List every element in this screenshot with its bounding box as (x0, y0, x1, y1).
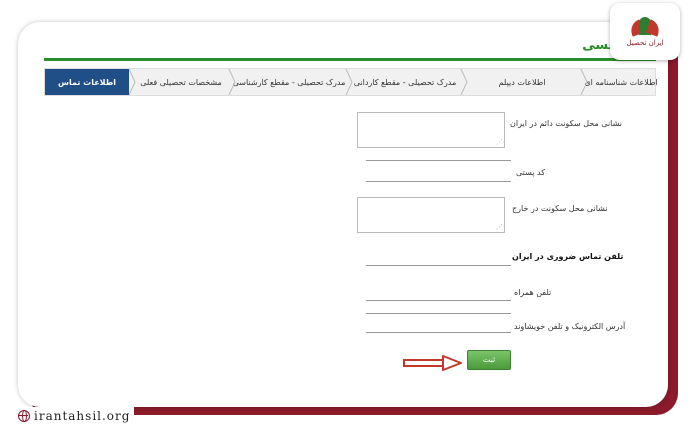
red-arrow-icon (403, 355, 462, 371)
foreign-address-label: نشانی محل سکونت در خارج (512, 204, 608, 213)
wizard-tabs: اطلاعات شناسنامه ای اطلاعات دیپلم مدرک ت… (44, 68, 658, 96)
resize-grip-icon: ⋰ (496, 138, 503, 146)
submit-button[interactable]: ثبت (467, 350, 511, 370)
field-divider (366, 160, 511, 161)
address-textarea[interactable]: ⋰ (357, 112, 505, 148)
tab-label: اطلاعات شناسنامه ای (584, 77, 658, 87)
header-divider (44, 58, 656, 61)
tab-contact-info[interactable]: اطلاعات تماس (45, 69, 129, 95)
website-url: irantahsil.org (34, 409, 131, 423)
tab-separator-icon (580, 69, 588, 95)
postal-code-label: کد پستی (516, 168, 545, 177)
foreign-address-textarea[interactable]: ⋰ (357, 197, 505, 233)
postal-code-input[interactable] (366, 181, 511, 182)
screenshot-card: حسی اطلاعات شناسنامه ای اطلاعات دیپلم مد… (18, 22, 668, 407)
tab-current-education[interactable]: مشخصات تحصیلی فعلی (128, 69, 229, 95)
tab-diploma-info[interactable]: اطلاعات دیپلم (460, 69, 579, 95)
book-logo-icon (627, 16, 663, 37)
tab-label: مدرک تحصیلی - مقطع کارشناسی (232, 77, 346, 87)
tab-associate-degree[interactable]: مدرک تحصیلی - مقطع کاردانی (345, 69, 460, 95)
tab-identity-info[interactable]: اطلاعات شناسنامه ای (580, 69, 658, 95)
tab-label: اطلاعات دیپلم (498, 77, 546, 87)
website-watermark: irantahsil.org (14, 407, 135, 425)
tab-separator-icon (460, 69, 468, 95)
tab-label: مدرک تحصیلی - مقطع کاردانی (353, 77, 457, 87)
emergency-contact-heading: تلفن تماس ضروری در ایران (512, 252, 624, 261)
tab-label: مشخصات تحصیلی فعلی (140, 77, 222, 87)
address-label: نشانی محل سکونت دائم در ایران (510, 119, 622, 128)
tab-bachelor-degree[interactable]: مدرک تحصیلی - مقطع کارشناسی (228, 69, 346, 95)
emergency-phone-input[interactable] (366, 265, 511, 266)
brand-logo: ایران تحصیل (610, 3, 680, 60)
tab-separator-icon (345, 69, 353, 95)
relative-contact-input[interactable] (366, 332, 511, 333)
field-divider (366, 313, 511, 314)
tab-label: اطلاعات تماس (57, 77, 117, 87)
mobile-input[interactable] (366, 300, 511, 301)
resize-grip-icon: ⋰ (496, 223, 503, 231)
globe-icon (18, 410, 30, 422)
mobile-label: تلفن همراه (514, 288, 552, 297)
brand-logo-text: ایران تحصیل (626, 38, 664, 47)
relative-contact-label: آدرس الکترونیک و تلفن خویشاوند (514, 322, 626, 331)
